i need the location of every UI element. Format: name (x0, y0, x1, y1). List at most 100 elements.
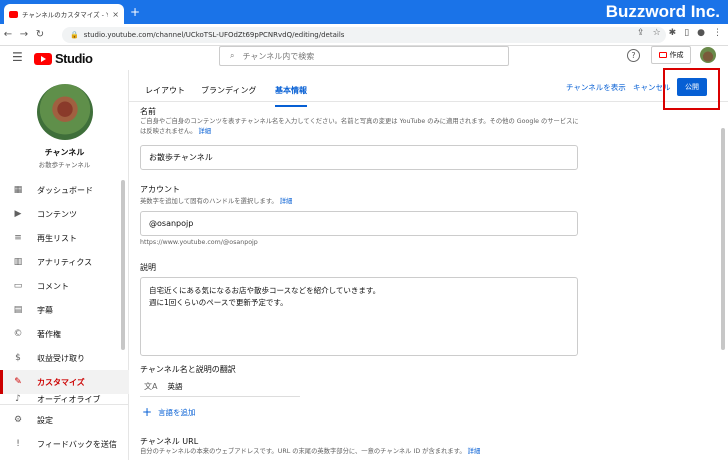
sidebar: チャンネル お散歩チャンネル ▦ ダッシュボード ▶ コンテンツ ≡ 再生リスト ▥ ア… (0, 70, 129, 460)
sidebar-nav: ▦ ダッシュボード ▶ コンテンツ ≡ 再生リスト ▥ アナリティクス ▭ コメント ▤ 字… (0, 178, 129, 404)
description-line-2: 週に1回くらいのペースで更新予定です。 (149, 298, 288, 307)
extensions-icon[interactable]: ✱ (669, 28, 677, 38)
sidebar-item-label: フィードバックを送信 (37, 439, 117, 449)
browser-tab-title: チャンネルのカスタマイズ - YouTube S (22, 11, 109, 19)
sidebar-item-comments[interactable]: ▭ コメント (0, 274, 129, 298)
sidebar-item-playlists[interactable]: ≡ 再生リスト (0, 226, 129, 250)
channel-url-more-link[interactable]: 詳細 (468, 448, 481, 455)
channel-name-field[interactable]: お散歩チャンネル (140, 145, 578, 170)
handle-value: @osanpojp (149, 219, 194, 228)
account-desc-text: 英数字を追加して固有のハンドルを選択します。 (140, 198, 278, 205)
channel-subtitle: お散歩チャンネル (38, 161, 91, 169)
sidebar-item-label: アナリティクス (37, 257, 93, 267)
publish-button[interactable]: 公開 (677, 78, 707, 96)
menu-icon[interactable]: ⋮ (713, 28, 722, 38)
sidebar-item-analytics[interactable]: ▥ アナリティクス (0, 250, 129, 274)
customization-icon: ✎ (14, 377, 22, 387)
channel-name-value: お散歩チャンネル (149, 153, 213, 162)
browser-tab[interactable]: チャンネルのカスタマイズ - YouTube S × (4, 4, 124, 24)
main-scrollbar[interactable] (721, 128, 725, 350)
channel-avatar[interactable] (37, 84, 93, 140)
description-line-1: 自宅近くにある気になるお店や散歩コースなどを紹介していきます。 (149, 286, 381, 295)
star-icon[interactable]: ☆ (653, 28, 661, 38)
channel-url-desc: 自分のチャンネルの本来のウェブアドレスです。URL の末尾の英数字部分に、一意の… (140, 447, 580, 457)
add-language-button[interactable]: + 言語を追加 (142, 405, 196, 419)
account-section-desc: 英数字を追加して固有のハンドルを選択します。 詳細 (140, 197, 292, 207)
close-tab-icon[interactable]: × (112, 10, 119, 19)
reload-icon[interactable]: ↻ (32, 29, 48, 40)
help-icon[interactable]: ? (627, 49, 640, 62)
handle-field[interactable]: @osanpojp (140, 211, 578, 236)
sidebar-item-label: 著作権 (37, 329, 61, 339)
sidebar-item-feedback[interactable]: ! フィードバックを送信 (0, 432, 129, 456)
playlist-icon: ≡ (14, 233, 22, 243)
sidebar-item-audio-library[interactable]: ♪ オーディオライブ (0, 394, 129, 404)
studio-logo-text: Studio (55, 51, 93, 66)
browser-tab-bar: チャンネルのカスタマイズ - YouTube S × + Buzzword In… (0, 0, 728, 24)
handle-url: https://www.youtube.com/@osanpojp (140, 239, 258, 246)
video-camera-icon (658, 52, 667, 58)
description-section-title: 説明 (140, 263, 156, 272)
sidebar-item-subtitles[interactable]: ▤ 字幕 (0, 298, 129, 322)
translation-section-title: チャンネル名と説明の翻訳 (140, 365, 236, 374)
name-section-title: 名前 (140, 107, 156, 116)
sidepanel-icon[interactable]: ▯ (684, 28, 689, 38)
sidebar-item-label: オーディオライブ (37, 395, 101, 404)
sidebar-item-dashboard[interactable]: ▦ ダッシュボード (0, 178, 129, 202)
channel-url-section-title: チャンネル URL (140, 437, 199, 446)
name-more-link[interactable]: 詳細 (199, 128, 212, 135)
account-section-title: アカウント (140, 185, 180, 194)
sidebar-item-label: ダッシュボード (37, 185, 93, 195)
analytics-icon: ▥ (13, 257, 23, 267)
sidebar-scrollbar[interactable] (121, 180, 125, 350)
forward-icon[interactable]: → (16, 29, 32, 40)
add-language-label: 言語を追加 (158, 407, 196, 417)
sidebar-item-label: コンテンツ (37, 209, 77, 219)
back-icon[interactable]: ← (0, 29, 16, 40)
studio-logo[interactable]: Studio (34, 51, 93, 66)
buzzword-watermark: Buzzword Inc. (605, 2, 720, 21)
sidebar-item-label: 字幕 (37, 305, 53, 315)
sidebar-item-label: 再生リスト (37, 233, 77, 243)
search-input[interactable]: ⌕ チャンネル内で検索 (219, 46, 509, 66)
feedback-icon: ! (16, 439, 20, 449)
url-text: studio.youtube.com/channel/UCkoTSL-UFOdZ… (83, 31, 345, 39)
sidebar-item-label: カスタマイズ (37, 377, 85, 387)
profile-icon[interactable]: ● (697, 28, 705, 38)
youtube-favicon-icon (9, 10, 18, 18)
sidebar-item-earn[interactable]: $ 収益受け取り (0, 346, 129, 370)
search-icon: ⌕ (230, 51, 235, 60)
hamburger-menu-icon[interactable]: ☰ (12, 50, 23, 64)
youtube-logo-icon (34, 52, 52, 65)
content-icon: ▶ (14, 209, 22, 219)
tab-branding[interactable]: ブランディング (201, 85, 256, 96)
new-tab-button[interactable]: + (130, 5, 140, 19)
account-avatar[interactable] (700, 47, 716, 63)
translate-icon: 文A (144, 382, 158, 391)
subtitles-icon: ▤ (13, 305, 23, 315)
address-bar: ← → ↻ 🔒 studio.youtube.com/channel/UCkoT… (0, 24, 728, 46)
sidebar-item-label: コメント (37, 281, 69, 291)
sidebar-item-copyright[interactable]: © 著作権 (0, 322, 129, 346)
create-button[interactable]: 作成 (651, 46, 691, 64)
description-textarea[interactable]: 自宅近くにある気になるお店や散歩コースなどを紹介していきます。 週に1回くらいの… (140, 277, 578, 356)
account-more-link[interactable]: 詳細 (280, 198, 293, 205)
sidebar-item-customization[interactable]: ✎ カスタマイズ (0, 370, 129, 394)
share-icon[interactable]: ⇪ (637, 28, 645, 38)
sidebar-item-content[interactable]: ▶ コンテンツ (0, 202, 129, 226)
dashboard-icon: ▦ (13, 185, 23, 195)
tab-basic-info[interactable]: 基本情報 (275, 85, 307, 107)
view-channel-link[interactable]: チャンネルを表示 (566, 82, 626, 93)
copyright-icon: © (13, 329, 23, 339)
tab-layout[interactable]: レイアウト (145, 85, 185, 96)
name-section-desc: ご自身やご自身のコンテンツを表すチャンネル名を入力してください。名前と写真の変更… (140, 117, 580, 137)
audio-icon: ♪ (15, 394, 21, 404)
language-row[interactable]: 文A 英語 (140, 377, 300, 397)
lock-icon: 🔒 (70, 31, 79, 39)
sidebar-bottom: ⚙ 設定 ! フィードバックを送信 (0, 404, 129, 456)
gear-icon: ⚙ (13, 415, 23, 425)
url-field[interactable]: 🔒 studio.youtube.com/channel/UCkoTSL-UFO… (62, 27, 666, 43)
search-placeholder: チャンネル内で検索 (242, 51, 315, 61)
sidebar-item-settings[interactable]: ⚙ 設定 (0, 408, 129, 432)
language-label: 英語 (167, 382, 183, 391)
